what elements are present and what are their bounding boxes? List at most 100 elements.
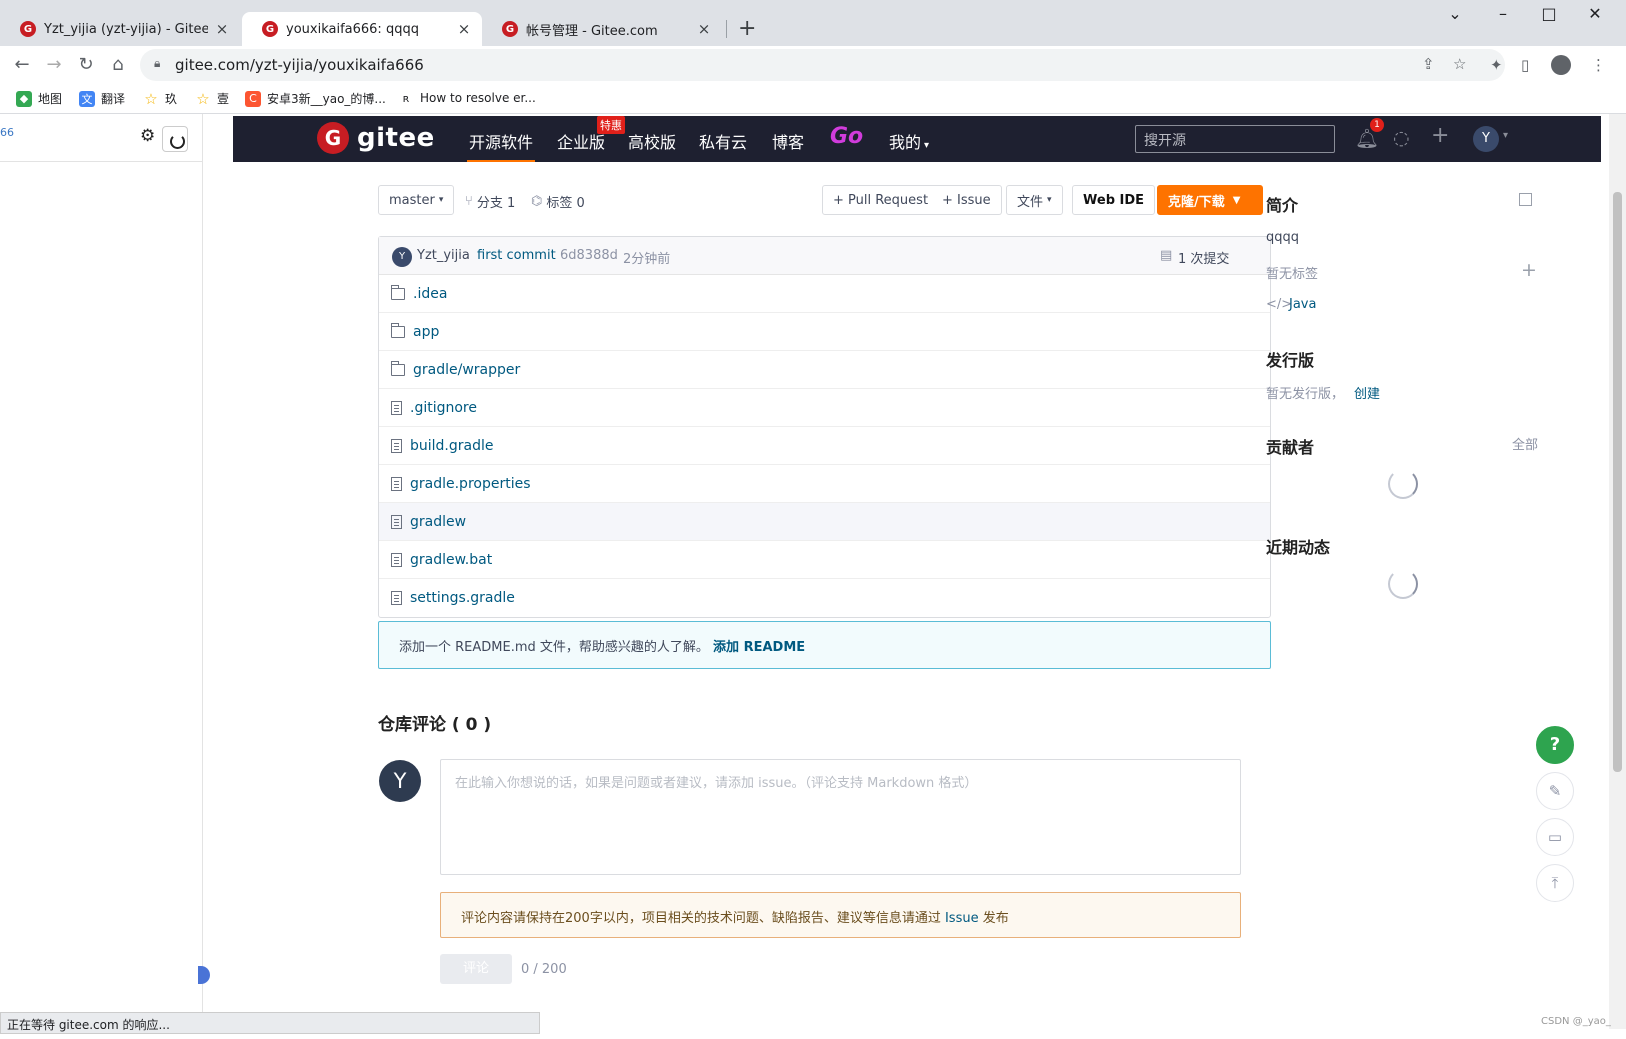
close-icon[interactable]: × — [214, 20, 230, 38]
comment-submit-button[interactable]: 评论 — [440, 954, 512, 984]
branches-link[interactable]: ⑂ 分支 1 — [465, 192, 515, 211]
avatar[interactable]: Y — [392, 247, 412, 267]
web-ide-button[interactable]: Web IDE — [1072, 185, 1156, 215]
edit-icon[interactable] — [1519, 193, 1532, 206]
nav-go[interactable]: Go — [830, 124, 863, 149]
tab-repo[interactable]: G youxikaifa666: qqqq × — [242, 12, 482, 46]
lightbulb-icon[interactable]: ◌ — [1393, 127, 1410, 149]
search-input[interactable]: 搜开源 — [1135, 125, 1335, 153]
comments-title: 仓库评论 ( 0 ) — [378, 715, 492, 735]
file-name-link[interactable]: gradlew — [410, 514, 466, 530]
comment-rules-tip: 评论内容请保持在200字以内，项目相关的技术问题、缺陷报告、建议等信息请通过 I… — [440, 892, 1241, 938]
file-menu-label: 文件 — [1017, 194, 1044, 210]
nav-private-cloud[interactable]: 私有云 — [699, 129, 747, 153]
language-link[interactable]: Java — [1289, 297, 1316, 312]
branches-label: 分支 1 — [476, 196, 516, 211]
reload-icon[interactable]: ↻ — [74, 54, 98, 75]
clone-download-button[interactable]: 克隆/下载 ▼ — [1157, 185, 1263, 215]
file-name-link[interactable]: gradlew.bat — [410, 552, 492, 568]
file-row[interactable]: .gitignore — [379, 389, 1270, 427]
gitee-logo[interactable]: G gitee — [317, 122, 435, 154]
file-row[interactable]: gradlew — [379, 503, 1270, 541]
address-bar[interactable]: 🔒︎ gitee.com/yzt-yijia/youxikaifa666 ⇪ ☆ — [140, 49, 1505, 81]
tags-label: 标签 0 — [546, 196, 585, 211]
side-panel-icon[interactable]: ▯ — [1521, 56, 1529, 74]
all-contributors-link[interactable]: 全部 — [1512, 434, 1538, 453]
bookmark-maps[interactable]: ◆ 地图 — [16, 90, 62, 107]
profile-avatar-icon[interactable] — [1551, 55, 1571, 75]
chat-icon[interactable]: ▭ — [1536, 818, 1574, 856]
new-tab-icon[interactable]: + — [738, 16, 756, 41]
forward-icon[interactable]: → — [42, 54, 66, 75]
menu-icon[interactable]: ⋮ — [1591, 56, 1606, 74]
commits-count-link[interactable]: 1 次提交 — [1178, 248, 1229, 267]
bookmark-resolve[interactable]: ʀ How to resolve er... — [398, 90, 536, 106]
minimize-icon[interactable]: – — [1480, 4, 1526, 23]
panel-handle-icon[interactable] — [198, 966, 210, 984]
chevron-down-icon: ▼ — [1232, 194, 1241, 206]
loading-button[interactable] — [162, 126, 188, 152]
nav-education[interactable]: 高校版 — [628, 129, 676, 153]
file-name-link[interactable]: settings.gradle — [410, 590, 515, 606]
create-release-link[interactable]: 创建 — [1354, 383, 1380, 402]
file-name-link[interactable]: gradle/wrapper — [413, 362, 520, 378]
file-name-link[interactable]: .idea — [413, 286, 447, 302]
bookmark-csdn[interactable]: C 安卓3新__yao_的博... — [245, 90, 386, 107]
file-row[interactable]: gradlew.bat — [379, 541, 1270, 579]
issue-button[interactable]: + Issue — [932, 185, 1002, 215]
file-icon — [391, 591, 402, 605]
commit-author[interactable]: Yzt_yijia — [417, 248, 470, 263]
nav-open-source[interactable]: 开源软件 — [466, 129, 536, 163]
bookmark-translate[interactable]: 文 翻译 — [79, 90, 125, 107]
close-window-icon[interactable]: ✕ — [1572, 4, 1618, 23]
plus-icon[interactable]: + — [1431, 123, 1449, 148]
tab-search-icon[interactable]: ⌄ — [1432, 4, 1478, 23]
chevron-down-icon[interactable]: ▾ — [1503, 130, 1508, 141]
share-icon[interactable]: ⇪ — [1422, 55, 1435, 73]
nav-mine[interactable]: 我的 ▾ — [889, 129, 929, 153]
left-panel-counter: 66 — [0, 126, 14, 139]
close-icon[interactable]: × — [696, 20, 712, 38]
branch-select[interactable]: master ▾ — [378, 185, 455, 215]
tab-account[interactable]: G 帐号管理 - Gitee.com × — [482, 12, 722, 46]
comment-textarea[interactable]: 在此输入你想说的话，如果是问题或者建议，请添加 issue。（评论支持 Mark… — [440, 759, 1241, 875]
commit-message[interactable]: first commit — [477, 248, 556, 263]
file-menu-button[interactable]: 文件 ▾ — [1006, 185, 1063, 215]
back-to-top-icon[interactable]: ⤒ — [1536, 864, 1574, 902]
close-icon[interactable]: × — [456, 20, 472, 38]
back-icon[interactable]: ← — [10, 54, 34, 75]
pull-request-button[interactable]: + Pull Request — [822, 185, 940, 215]
extensions-icon[interactable]: ✦ — [1490, 56, 1503, 74]
bookmark-yi[interactable]: ☆ 壹 — [195, 90, 229, 108]
avatar[interactable]: Y — [1473, 126, 1499, 152]
file-row[interactable]: .idea — [379, 275, 1270, 313]
file-row[interactable]: app — [379, 313, 1270, 351]
commit-hash[interactable]: 6d8388d — [560, 248, 618, 263]
issue-link[interactable]: Issue — [945, 911, 979, 926]
file-name-link[interactable]: .gitignore — [410, 400, 477, 416]
file-name-link[interactable]: app — [413, 324, 439, 340]
help-button[interactable]: ? — [1536, 726, 1574, 764]
file-row[interactable]: gradle.properties — [379, 465, 1270, 503]
nav-blog[interactable]: 博客 — [772, 129, 804, 153]
tags-link[interactable]: ⌬ 标签 0 — [531, 192, 585, 211]
gear-icon[interactable]: ⚙ — [140, 126, 155, 146]
folder-icon — [391, 360, 405, 376]
page-scrollbar[interactable] — [1609, 114, 1626, 1029]
file-name-link[interactable]: gradle.properties — [410, 476, 531, 492]
file-row[interactable]: settings.gradle — [379, 579, 1270, 617]
lock-icon[interactable]: 🔒︎ — [154, 56, 160, 71]
bookmark-jiu[interactable]: ☆ 玖 — [143, 90, 177, 108]
home-icon[interactable]: ⌂ — [106, 54, 130, 75]
tab-profile[interactable]: G Yzt_yijia (yzt-yijia) - Gitee.com × — [0, 12, 240, 46]
maximize-icon[interactable]: □ — [1526, 4, 1572, 23]
file-row[interactable]: build.gradle — [379, 427, 1270, 465]
add-readme-link[interactable]: 添加 README — [713, 640, 805, 655]
add-tag-icon[interactable]: + — [1521, 259, 1537, 281]
feedback-edit-icon[interactable]: ✎ — [1536, 772, 1574, 810]
bookmark-star-icon[interactable]: ☆ — [1453, 55, 1466, 73]
file-name-link[interactable]: build.gradle — [410, 438, 494, 454]
file-row[interactable]: gradle/wrapper — [379, 351, 1270, 389]
scrollbar-thumb[interactable] — [1613, 192, 1622, 772]
clone-label: 克隆/下载 — [1168, 194, 1225, 210]
